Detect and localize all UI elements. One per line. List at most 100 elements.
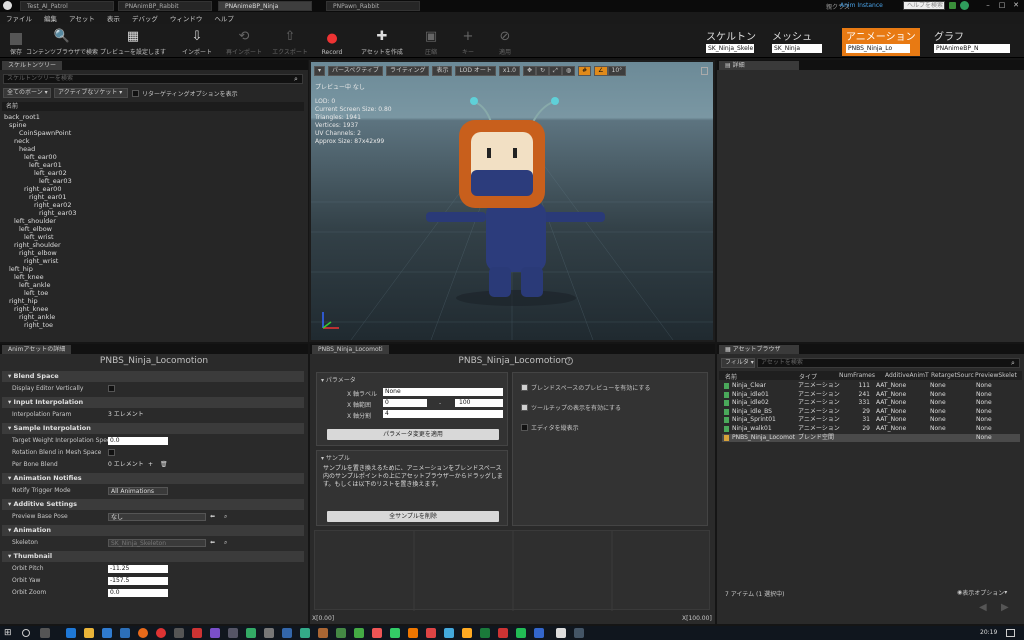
app-icon-12[interactable]: [390, 628, 400, 638]
column-retarget[interactable]: RetargetSourc: [931, 372, 974, 379]
app-icon-21[interactable]: [574, 628, 584, 638]
explorer-icon[interactable]: [84, 628, 94, 638]
x-label-input[interactable]: None: [383, 388, 503, 396]
menu-item[interactable]: ヘルプ: [214, 13, 234, 23]
details-section-header[interactable]: ▾ Thumbnail: [2, 551, 304, 562]
app-icon-13[interactable]: [408, 628, 418, 638]
menu-item[interactable]: ファイル: [6, 13, 32, 23]
document-tab[interactable]: PNAnimeBP_Ninja: [218, 1, 312, 11]
search-taskbar-icon[interactable]: [22, 629, 30, 637]
bone-row[interactable]: left_toe: [24, 289, 48, 297]
maximize-viewport-icon[interactable]: [701, 67, 708, 75]
details-section-header[interactable]: ▾ Animation: [2, 525, 304, 536]
property-dropdown[interactable]: SK_Ninja_Skeleton: [108, 539, 206, 547]
x-range-min-input[interactable]: 0: [383, 399, 427, 407]
vertical-editor-checkbox[interactable]: [521, 424, 528, 431]
use-selected-icon[interactable]: ⬅: [210, 537, 215, 548]
retarget-checkbox[interactable]: [132, 90, 139, 97]
mode-tab-0[interactable]: スケルトン SK_Ninja_Skele: [702, 28, 764, 56]
app-icon-6[interactable]: [282, 628, 292, 638]
viewport-options-button[interactable]: ▾: [314, 66, 326, 76]
app-icon-1[interactable]: [174, 628, 184, 638]
app-icon-7[interactable]: [300, 628, 310, 638]
help-search-input[interactable]: ヘルプを検索: [903, 1, 945, 10]
bone-row[interactable]: right_ear00: [24, 185, 61, 193]
app-icon-18[interactable]: [498, 628, 508, 638]
app-icon-17[interactable]: [480, 628, 490, 638]
use-selected-icon[interactable]: ⬅: [210, 511, 215, 522]
chrome-icon[interactable]: [156, 628, 166, 638]
document-tab[interactable]: PNAnimBP_Rabbit: [118, 1, 212, 11]
app-icon-15[interactable]: [444, 628, 454, 638]
asset-row[interactable]: Ninja_idle01 アニメーション 241 AAT_None None None: [722, 391, 1020, 399]
app-icon-20[interactable]: [534, 628, 544, 638]
clock[interactable]: 20:19: [980, 629, 997, 636]
vertical-editor-option[interactable]: エディタを縦表示: [521, 423, 579, 432]
bone-row[interactable]: back_root1: [4, 113, 40, 121]
asset-row[interactable]: Ninja_idle02 アニメーション 331 AAT_None None None: [722, 399, 1020, 407]
asset-row[interactable]: Ninja_walk01 アニメーション 29 AAT_None None None: [722, 425, 1020, 433]
column-type[interactable]: タイプ: [799, 372, 817, 381]
app-icon-9[interactable]: [336, 628, 346, 638]
maximize-button[interactable]: □: [996, 1, 1008, 10]
history-back-icon[interactable]: ◀: [979, 602, 987, 613]
help-icon[interactable]: ?: [565, 357, 573, 365]
property-dropdown[interactable]: All Animations: [108, 487, 168, 495]
property-checkbox[interactable]: [108, 449, 115, 456]
retarget-options-checkbox[interactable]: リターゲティングオプションを表示: [132, 89, 238, 98]
bone-row[interactable]: spine: [9, 121, 26, 129]
app-icon-10[interactable]: [354, 628, 364, 638]
app-icon-16[interactable]: [462, 628, 472, 638]
toolbar-button-4[interactable]: ⟲ 再インポート: [220, 24, 268, 58]
mode-asset-name[interactable]: SK_Ninja_Skele: [706, 44, 754, 53]
menu-item[interactable]: 表示: [107, 13, 120, 23]
close-button[interactable]: ✕: [1010, 1, 1022, 10]
viewport[interactable]: ▾ パースペクティブ ライティング 表示 LOD オート x1.0 ✥ ↻ ⤢ …: [311, 62, 713, 340]
bone-row[interactable]: right_ear02: [34, 201, 71, 209]
bone-row[interactable]: left_ear00: [24, 153, 57, 161]
bone-row[interactable]: left_ear02: [34, 169, 67, 177]
property-dropdown[interactable]: なし: [108, 513, 206, 521]
toolbar-button-2[interactable]: ▦ プレビューを設定します: [92, 24, 174, 58]
column-name[interactable]: 名前: [725, 372, 737, 381]
menu-item[interactable]: ウィンドウ: [170, 13, 203, 23]
app-icon-2[interactable]: [192, 628, 202, 638]
mail-icon[interactable]: [120, 628, 130, 638]
skeleton-search-input[interactable]: スケルトンツリーを検索: [3, 74, 303, 84]
bone-row[interactable]: left_knee: [14, 273, 44, 281]
mode-asset-name[interactable]: SK_Ninja: [772, 44, 822, 53]
browse-icon[interactable]: ⌕: [224, 511, 227, 522]
bone-row[interactable]: right_ear03: [39, 209, 76, 217]
x-divisions-input[interactable]: 4: [383, 410, 503, 418]
enable-preview-checkbox[interactable]: [521, 384, 528, 391]
all-bones-dropdown[interactable]: 全てのボーン ▾: [3, 88, 51, 98]
tab-skeleton-tree[interactable]: スケルトンツリー: [2, 61, 63, 70]
details-section-header[interactable]: ▾ Sample Interpolation: [2, 423, 304, 434]
menu-item[interactable]: デバッグ: [132, 13, 158, 23]
bone-row[interactable]: right_ear01: [29, 193, 66, 201]
asset-row[interactable]: PNBS_Ninja_Locomot ブレンド空間 None: [722, 433, 1020, 442]
mode-tab-1[interactable]: メッシュ SK_Ninja: [768, 28, 832, 56]
edge-icon[interactable]: [66, 628, 76, 638]
asset-row[interactable]: Ninja_idle_BS アニメーション 29 AAT_None None None: [722, 408, 1020, 416]
delete-icon[interactable]: 🗑: [160, 459, 168, 470]
enable-tooltip-option[interactable]: ツールチップの表示を有効にする: [521, 403, 621, 412]
app-icon-5[interactable]: [264, 628, 274, 638]
column-preview[interactable]: PreviewSkelet: [975, 372, 1017, 379]
add-element-icon[interactable]: +: [148, 459, 153, 470]
bone-row[interactable]: left_hip: [9, 265, 33, 273]
filter-dropdown[interactable]: フィルタ ▾: [721, 358, 755, 368]
world-icon[interactable]: ◍: [561, 66, 576, 76]
toolbar-button-10[interactable]: ⊘ 適用: [486, 24, 524, 58]
document-tab[interactable]: Test_AI_Patrol: [20, 1, 114, 11]
notification-icon[interactable]: [949, 2, 956, 9]
asset-row[interactable]: Ninja_Sprint01 アニメーション 31 AAT_None None None: [722, 416, 1020, 424]
bone-row[interactable]: left_elbow: [19, 225, 52, 233]
bone-row[interactable]: left_ankle: [19, 281, 50, 289]
mode-tab-2[interactable]: アニメーション PNBS_Ninja_Lo: [842, 28, 920, 56]
history-forward-icon[interactable]: ▶: [1001, 602, 1009, 613]
grid-snap-icon[interactable]: #: [578, 66, 592, 76]
rotate-icon[interactable]: ↻: [536, 66, 550, 76]
app-icon-11[interactable]: [372, 628, 382, 638]
details-section-header[interactable]: ▾ Additive Settings: [2, 499, 304, 510]
